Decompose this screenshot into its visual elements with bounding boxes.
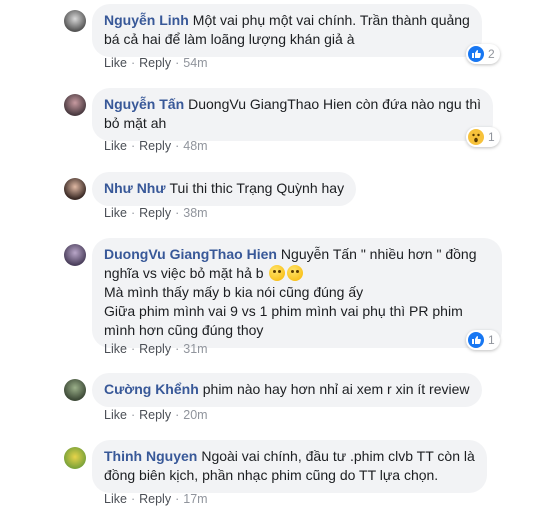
comment-bubble: Cường Khểnh phim nào hay hơn nhỉ ai xem r… — [92, 373, 482, 407]
wow-reaction-icon — [468, 129, 484, 145]
like-link[interactable]: Like — [104, 206, 127, 220]
separator-dot: · — [175, 206, 180, 220]
comment-timestamp[interactable]: 20m — [183, 408, 207, 422]
comment-author[interactable]: Nguyễn Tấn — [104, 96, 184, 112]
separator-dot: · — [130, 492, 136, 506]
reaction-count: 1 — [488, 333, 495, 347]
face-emoji-icon — [269, 265, 286, 281]
separator-dot: · — [175, 342, 180, 356]
avatar[interactable] — [64, 10, 86, 32]
comment-text-line: bỏ mặt ah — [104, 115, 167, 131]
comment-timestamp[interactable]: 38m — [183, 206, 207, 220]
comment-actions: Like · Reply · 17m — [104, 492, 208, 506]
comment-text-line: Ngoài vai chính, đầu tư .phim clvb TT cò… — [201, 448, 475, 464]
comment-author[interactable]: Thinh Nguyen — [104, 448, 197, 464]
comment-actions: Like · Reply · 31m — [104, 342, 208, 356]
comment-text-line: Tui thi thic Trạng Quỳnh hay — [169, 180, 345, 196]
like-link[interactable]: Like — [104, 139, 127, 153]
comment-bubble: Thinh Nguyen Ngoài vai chính, đầu tư .phi… — [92, 440, 487, 493]
like-reaction-icon — [468, 332, 484, 348]
avatar[interactable] — [64, 447, 86, 469]
comment-text-line: Giữa phim mình vai 9 vs 1 phim mình vai … — [104, 303, 463, 319]
separator-dot: · — [175, 492, 180, 506]
comment-bubble: Như Như Tui thi thic Trạng Quỳnh hay — [92, 172, 357, 206]
comment-text-line: DuongVu GiangThao Hien còn đứa nào ngu t… — [188, 96, 482, 112]
comment-text-line: đồng biên kịch, phần nhạc phim cũng do T… — [104, 467, 439, 483]
comment-text-line: Một vai phụ một vai chính. Trần thành qu… — [192, 12, 470, 28]
like-link[interactable]: Like — [104, 342, 127, 356]
comment-text-line: Mà mình thấy mấy b kia nói cũng đúng ấy — [104, 284, 364, 300]
comment-timestamp[interactable]: 17m — [183, 492, 207, 506]
comment-author[interactable]: Nguyễn Linh — [104, 12, 189, 28]
reaction-count: 2 — [488, 47, 495, 61]
comment-text-line: mình hơn cũng đúng thoy — [104, 322, 264, 338]
comment-text-line: phim nào hay hơn nhỉ ai xem r xin ít rev… — [202, 381, 470, 397]
reply-link[interactable]: Reply — [139, 492, 171, 506]
separator-dot: · — [130, 56, 136, 70]
comment-bubble: Nguyễn Tấn DuongVu GiangThao Hien còn đứa… — [92, 88, 494, 141]
reaction-count-badge[interactable]: 1 — [466, 330, 500, 350]
avatar[interactable] — [64, 178, 86, 200]
reply-link[interactable]: Reply — [139, 56, 171, 70]
separator-dot: · — [130, 139, 136, 153]
separator-dot: · — [130, 342, 136, 356]
comment-bubble: Nguyễn Linh Một vai phụ một vai chính. Tr… — [92, 4, 482, 57]
reaction-count: 1 — [488, 130, 495, 144]
comment-text-line: bá cả hai để làm loãng lượng khán giả à — [104, 31, 355, 47]
reply-link[interactable]: Reply — [139, 206, 171, 220]
comment-author[interactable]: Như Như — [104, 180, 166, 196]
separator-dot: · — [175, 139, 180, 153]
comment-author[interactable]: Cường Khểnh — [104, 381, 199, 397]
comment-author[interactable]: DuongVu GiangThao Hien — [104, 246, 277, 262]
comment-actions: Like · Reply · 38m — [104, 206, 208, 220]
like-link[interactable]: Like — [104, 492, 127, 506]
reply-link[interactable]: Reply — [139, 342, 171, 356]
separator-dot: · — [130, 206, 136, 220]
comment-actions: Like · Reply · 20m — [104, 408, 208, 422]
avatar[interactable] — [64, 244, 86, 266]
separator-dot: · — [175, 408, 180, 422]
reply-link[interactable]: Reply — [139, 139, 171, 153]
comment-actions: Like · Reply · 48m — [104, 139, 208, 153]
face-emoji-icon — [287, 265, 304, 281]
reply-link[interactable]: Reply — [139, 408, 171, 422]
reaction-count-badge[interactable]: 2 — [466, 44, 500, 64]
comment-actions: Like · Reply · 54m — [104, 56, 208, 70]
comment-text-line: Nguyễn Tấn " nhiều hơn " đồng — [280, 246, 477, 262]
comment-text-line: nghĩa vs việc bỏ mặt hả b — [104, 265, 264, 281]
separator-dot: · — [175, 56, 180, 70]
like-reaction-icon — [468, 46, 484, 62]
reaction-count-badge[interactable]: 1 — [466, 127, 500, 147]
avatar[interactable] — [64, 94, 86, 116]
avatar[interactable] — [64, 379, 86, 401]
comment-timestamp[interactable]: 31m — [183, 342, 207, 356]
comment-bubble: DuongVu GiangThao Hien Nguyễn Tấn " nhiều… — [92, 238, 502, 348]
separator-dot: · — [130, 408, 136, 422]
comment-timestamp[interactable]: 48m — [183, 139, 207, 153]
like-link[interactable]: Like — [104, 408, 127, 422]
like-link[interactable]: Like — [104, 56, 127, 70]
comment-timestamp[interactable]: 54m — [183, 56, 207, 70]
